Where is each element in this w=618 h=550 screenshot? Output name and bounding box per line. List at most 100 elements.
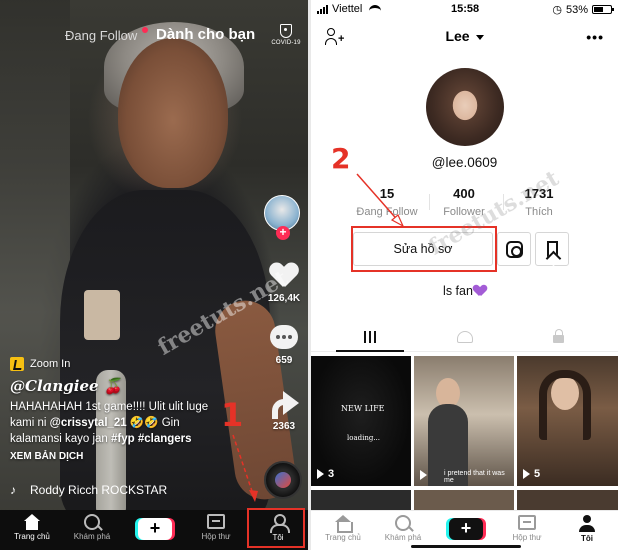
video-views [420,470,431,480]
tab-discover[interactable]: Khám phá [373,515,433,542]
share-count: 2363 [272,421,296,432]
tab-for-you[interactable]: Dành cho bạn [156,26,255,43]
plus-icon: + [460,518,472,538]
tab-me-label: Tôi [581,534,593,543]
see-translation-link[interactable]: XEM BẢN DỊCH [10,451,260,462]
caret-down-icon [475,34,484,40]
tab-home-label: Trang chủ [14,532,50,541]
search-icon [84,514,100,530]
video-views-count: 5 [534,468,541,480]
video-tile[interactable] [414,490,514,510]
profile-name: Lee [445,28,470,44]
share-button[interactable]: 2363 [260,391,308,432]
home-indicator [411,545,521,548]
profile-bio: ls fan [311,284,618,298]
music-disc-icon[interactable] [264,461,302,499]
feed-screen: Đang Follow Dành cho bạn COVID-19 + 126,… [0,0,308,550]
home-icon [23,514,41,530]
tab-videos[interactable] [336,322,404,352]
video-tile[interactable] [517,490,618,510]
tab-home-label: Trang chủ [325,533,361,542]
wifi-icon [369,4,382,14]
tab-inbox-label: Hộp thư [512,533,542,542]
person-icon [579,515,595,532]
purple-heart-icon [474,285,486,296]
more-icon[interactable]: ••• [586,29,604,45]
follow-plus-button[interactable]: + [276,226,290,240]
effect-label: Zoom In [30,358,71,370]
bookmark-icon [547,241,558,257]
signal-icon [317,4,328,14]
video-subject-face [118,38,228,188]
effect-chip[interactable]: Zoom In [10,357,70,371]
video-views: 5 [523,468,540,480]
play-icon [523,469,530,479]
share-icon [269,391,299,419]
bio-text: ls fan [443,284,473,298]
comment-button[interactable]: 659 [260,325,308,366]
video-thumb-hair [539,370,591,440]
search-icon [395,515,411,531]
video-views: 3 [317,468,334,480]
play-icon [420,470,427,480]
tab-discover-label: Khám phá [73,532,111,541]
instagram-button[interactable] [497,232,531,266]
comment-count: 659 [275,355,293,366]
caption-line-2-post: 🤣🤣 Gin [126,417,180,429]
caption-hashtags[interactable]: #fyp #clangers [111,433,192,445]
profile-screen: Viettel 15:58 ◷ 53% + Lee ••• @lee.0609 … [311,0,618,550]
video-tile[interactable] [311,490,411,510]
play-icon [317,469,324,479]
battery-icon [592,5,614,14]
video-tile-subtext: loading... [347,434,381,442]
avatar[interactable] [426,68,504,146]
tab-discover[interactable]: Khám phá [62,514,122,541]
caption-line-3-pre: kalamansi kayo jan [10,433,111,445]
caption-mention[interactable]: @crissytal_21 [50,417,127,429]
inbox-icon [518,515,536,530]
battery-percent: 53% [565,3,588,16]
create-button[interactable]: + [138,518,172,540]
carrier-name: Viettel [332,3,363,15]
video-tile-text: NEW LIFE [341,404,385,413]
clock: 15:58 [451,3,480,15]
account-switcher[interactable]: Lee [311,28,618,44]
tab-discover-label: Khám phá [384,533,422,542]
video-grid-row-2 [311,490,618,510]
tab-following[interactable]: Đang Follow [65,28,137,43]
tab-home[interactable]: Trang chủ [2,514,62,541]
tab-liked[interactable] [431,322,499,352]
tab-private[interactable] [525,322,593,352]
plus-icon: + [149,518,161,538]
video-tile-text: i pretend that it was me [444,470,505,484]
video-tile[interactable]: 5 [517,356,618,486]
tab-home[interactable]: Trang chủ [313,515,373,542]
caption-line-2-pre: kami ni [10,417,50,429]
shirt-print [84,290,120,340]
create-button[interactable]: + [449,518,483,540]
tab-inbox-label: Hộp thư [201,532,231,541]
sound-ticker[interactable]: ♪ Roddy Ricch ROCKSTAR [10,483,180,497]
effect-icon [10,357,24,371]
video-views-count: 3 [328,468,335,480]
sound-name: Roddy Ricch ROCKSTAR [30,483,168,497]
covid-label: COVID-19 [271,40,301,46]
instagram-icon [506,241,523,258]
annotation-box-me-tab [247,508,305,548]
favorites-button[interactable] [535,232,569,266]
home-icon [334,515,353,533]
creator-username[interactable]: @Clangiee 🍒 [10,377,260,395]
video-tile[interactable]: i pretend that it was me [414,356,514,486]
tab-inbox[interactable]: Hộp thư [186,514,246,541]
profile-tabs [311,322,618,352]
shield-icon [280,24,292,38]
note-icon: ♪ [10,483,16,497]
tab-inbox[interactable]: Hộp thư [497,515,557,542]
profile-handle: @lee.0609 [431,155,498,170]
video-tile[interactable]: NEW LIFE loading... 3 [311,356,411,486]
covid-button[interactable]: COVID-19 [270,24,302,46]
video-grid: NEW LIFE loading... 3 i pretend that it … [311,356,618,498]
comment-icon [270,325,298,349]
tab-me[interactable]: Tôi [557,515,617,543]
inbox-icon [207,514,225,529]
